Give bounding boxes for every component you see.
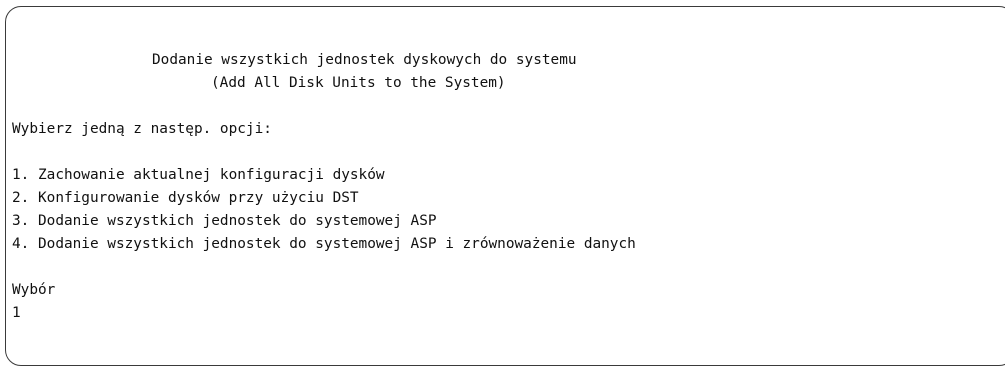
screen-subtitle: (Add All Disk Units to the System) bbox=[211, 75, 506, 91]
option-keep-current-configuration: 1. Zachowanie aktualnej konfiguracji dys… bbox=[12, 167, 385, 183]
options-prompt: Wybierz jedną z następ. opcji: bbox=[12, 121, 272, 137]
terminal-screen: Dodanie wszystkich jednostek dyskowych d… bbox=[5, 6, 1005, 366]
screen-title: Dodanie wszystkich jednostek dyskowych d… bbox=[152, 52, 577, 68]
option-configure-disks-dst: 2. Konfigurowanie dysków przy użyciu DST bbox=[12, 190, 359, 206]
option-add-all-units-system-asp: 3. Dodanie wszystkich jednostek do syste… bbox=[12, 213, 437, 229]
option-add-all-units-and-balance: 4. Dodanie wszystkich jednostek do syste… bbox=[12, 236, 636, 252]
selection-value[interactable]: 1 bbox=[12, 302, 21, 325]
selection-input[interactable]: 1 bbox=[12, 302, 21, 325]
selection-label: Wybór bbox=[12, 282, 56, 298]
terminal-text-area: Dodanie wszystkich jednostek dyskowych d… bbox=[6, 7, 636, 321]
